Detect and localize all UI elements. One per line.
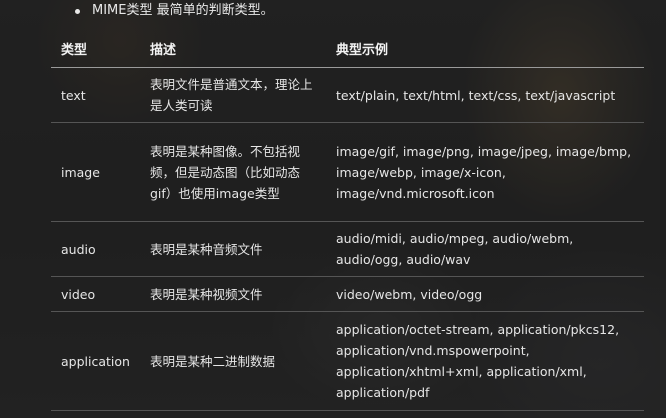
document-content: MIME类型 最简单的判断类型。 类型 描述 典型示例 text 表明文件是普通… — [0, 0, 666, 418]
bullet-text: MIME类型 最简单的判断类型。 — [92, 3, 274, 18]
cell-examples: image/gif, image/png, image/jpeg, image/… — [326, 122, 644, 222]
bullet-dot-icon — [75, 9, 80, 14]
cell-type: application — [51, 311, 140, 411]
table-row: text 表明文件是普通文本，理论上是人类可读 text/plain, text… — [51, 67, 644, 123]
cell-examples: audio/midi, audio/mpeg, audio/webm, audi… — [326, 221, 644, 277]
cell-description: 表明是某种二进制数据 — [140, 311, 326, 411]
cell-type: text — [51, 67, 140, 123]
mime-type-table: 类型 描述 典型示例 text 表明文件是普通文本，理论上是人类可读 text/… — [51, 34, 644, 411]
cell-description: 表明是某种视频文件 — [140, 276, 326, 312]
cell-type: audio — [51, 221, 140, 277]
table-row: application 表明是某种二进制数据 application/octet… — [51, 311, 644, 411]
cell-examples: text/plain, text/html, text/css, text/ja… — [326, 67, 644, 123]
cell-type: video — [51, 276, 140, 312]
cell-type: image — [51, 122, 140, 222]
cell-description: 表明是某种图像。不包括视频，但是动态图（比如动态gif）也使用image类型 — [140, 122, 326, 222]
cell-examples: application/octet-stream, application/pk… — [326, 311, 644, 411]
header-examples: 典型示例 — [326, 34, 644, 68]
table-row: video 表明是某种视频文件 video/webm, video/ogg — [51, 276, 644, 312]
table-row: audio 表明是某种音频文件 audio/midi, audio/mpeg, … — [51, 221, 644, 277]
header-description: 描述 — [140, 34, 326, 68]
cell-description: 表明文件是普通文本，理论上是人类可读 — [140, 67, 326, 123]
cell-examples: video/webm, video/ogg — [326, 276, 644, 312]
header-type: 类型 — [51, 34, 140, 68]
table-header-row: 类型 描述 典型示例 — [51, 34, 644, 68]
cell-description: 表明是某种音频文件 — [140, 221, 326, 277]
table-row: image 表明是某种图像。不包括视频，但是动态图（比如动态gif）也使用ima… — [51, 122, 644, 222]
